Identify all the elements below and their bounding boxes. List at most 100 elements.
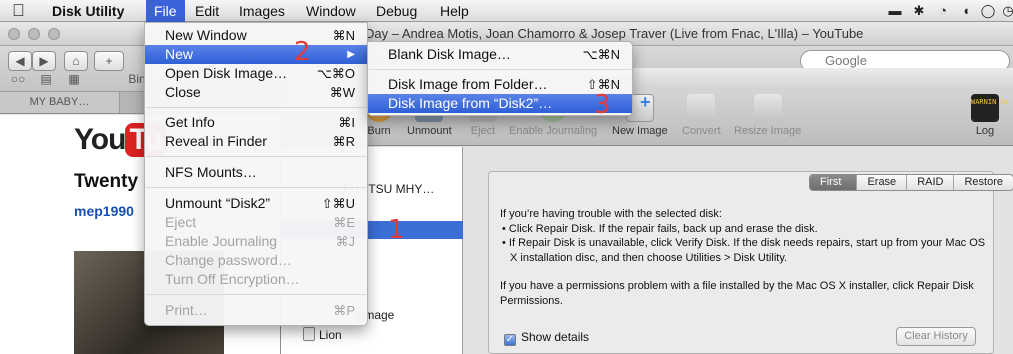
burn-label: Burn	[367, 125, 391, 137]
menu-item-label: New	[165, 46, 194, 62]
menu-item-label: Turn Off Encryption…	[165, 271, 300, 287]
menu-debug[interactable]: Debug	[368, 0, 425, 22]
wifi-status-icon[interactable]: ◔	[935, 3, 951, 19]
uploader-link[interactable]: mep1990	[74, 203, 134, 219]
first-aid-help-text: If you’re having trouble with the select…	[500, 207, 990, 308]
disk-icon	[303, 327, 315, 341]
annotation-step-3: 3	[594, 90, 611, 120]
menu-item-label: Get Info	[165, 114, 215, 130]
convert-button[interactable]: Convert	[682, 94, 721, 137]
tab-first-aid[interactable]: First Aid	[810, 175, 858, 190]
reading-list-icon[interactable]: ○○	[8, 72, 28, 88]
menu-images[interactable]: Images	[231, 0, 293, 22]
gear-status-icon[interactable]: ✱	[911, 3, 927, 19]
menu-item-turn-off-encryption[interactable]: Turn Off Encryption…	[145, 270, 367, 289]
menu-item-shortcut: ⌘J	[335, 234, 356, 249]
close-window-icon[interactable]	[8, 28, 20, 40]
submenu-item-image-from-disk2[interactable]: Disk Image from “Disk2”…	[368, 94, 632, 113]
safari-window-title: Day – Andrea Motis, Joan Chamorro & Jose…	[365, 26, 864, 41]
top-sites-icon[interactable]: ▦	[64, 72, 84, 88]
unmount-label: Unmount	[407, 125, 452, 137]
menu-help[interactable]: Help	[432, 0, 477, 22]
help-bullet-repair: • Click Repair Disk. If the repair fails…	[502, 222, 818, 235]
home-icon[interactable]: ⌂	[64, 51, 88, 71]
menu-item-label: Blank Disk Image…	[388, 46, 511, 62]
menu-item-shortcut: ⌘W	[329, 85, 355, 100]
submenu-item-blank-disk-image[interactable]: Blank Disk Image… ⌥⌘N	[368, 45, 632, 64]
menu-item-new-window[interactable]: New Window ⌘N	[145, 26, 367, 45]
chat-status-icon[interactable]: ◯	[980, 3, 996, 19]
menu-item-new[interactable]: New ▶	[145, 45, 367, 64]
resize-image-label: Resize Image	[734, 125, 802, 137]
menu-bar:  Disk Utility File Edit Images Window D…	[0, 0, 1013, 22]
disk-status-icon[interactable]: ▬	[887, 3, 903, 19]
new-image-label: New Image	[612, 125, 668, 137]
disk-utility-tabs: First Aid Erase RAID Restore	[809, 174, 1013, 191]
menu-item-unmount[interactable]: Unmount “Disk2” ⇧⌘U	[145, 194, 367, 213]
menu-separator	[146, 294, 366, 295]
menu-separator	[146, 107, 366, 108]
menu-item-eject[interactable]: Eject ⌘E	[145, 213, 367, 232]
menu-item-shortcut: ⌘R	[332, 134, 355, 149]
menu-item-shortcut: ⌘I	[338, 115, 355, 130]
menu-item-label: Change password…	[165, 252, 292, 268]
log-icon: WARNIN AY 7:61	[971, 94, 1013, 122]
menu-item-label: New Window	[165, 27, 247, 43]
back-button[interactable]: ◀	[8, 51, 32, 71]
menu-item-label: Print…	[165, 302, 208, 318]
menu-item-label: Eject	[165, 214, 197, 230]
app-menu[interactable]: Disk Utility	[44, 0, 132, 22]
tab-raid[interactable]: RAID	[907, 175, 955, 190]
menu-item-label: Reveal in Finder	[165, 133, 267, 149]
menu-item-label: Unmount “Disk2”	[165, 195, 271, 211]
show-details-checkbox[interactable]: ✓ Show details	[504, 330, 589, 346]
menu-item-label: NFS Mounts…	[165, 164, 257, 180]
time-machine-icon[interactable]: ◷	[1000, 3, 1013, 19]
convert-icon	[687, 94, 716, 122]
annotation-step-1: 1	[388, 215, 405, 245]
menu-item-change-password[interactable]: Change password…	[145, 251, 367, 270]
zoom-window-icon[interactable]	[48, 28, 60, 40]
menu-file[interactable]: File	[146, 0, 185, 22]
resize-image-button[interactable]: Resize Image	[734, 94, 801, 137]
menu-item-shortcut: ⌥⌘O	[316, 66, 355, 81]
menu-edit[interactable]: Edit	[187, 0, 227, 22]
plus-icon: +	[640, 92, 651, 112]
apple-menu-icon[interactable]: 	[12, 0, 25, 22]
show-details-label: Show details	[521, 330, 590, 344]
tab-restore[interactable]: Restore	[954, 175, 1013, 190]
tab-erase[interactable]: Erase	[857, 175, 908, 190]
menu-item-reveal-in-finder[interactable]: Reveal in Finder ⌘R	[145, 132, 367, 151]
menu-item-print[interactable]: Print… ⌘P	[145, 301, 367, 320]
log-button[interactable]: WARNIN AY 7:61 Log	[971, 94, 1013, 137]
menu-item-nfs-mounts[interactable]: NFS Mounts…	[145, 163, 367, 182]
clear-history-button[interactable]: Clear History	[896, 327, 976, 346]
log-label: Log	[975, 125, 995, 137]
disk-row-lion-label: Lion	[319, 328, 342, 342]
disk-row-lion[interactable]: Lion	[281, 325, 463, 345]
menu-item-label: Open Disk Image…	[165, 65, 288, 81]
help-intro: If you’re having trouble with the select…	[500, 208, 722, 220]
menu-item-open-disk-image[interactable]: Open Disk Image… ⌥⌘O	[145, 64, 367, 83]
menu-window[interactable]: Window	[298, 0, 364, 22]
forward-button[interactable]: ▶	[32, 51, 56, 71]
menu-item-shortcut: ⌥⌘N	[582, 47, 620, 62]
file-menu: New Window ⌘N New ▶ Open Disk Image… ⌥⌘O Cl…	[144, 22, 368, 326]
help-permissions: If you have a permissions problem with a…	[500, 280, 974, 307]
menu-item-close[interactable]: Close ⌘W	[145, 83, 367, 102]
submenu-item-image-from-folder[interactable]: Disk Image from Folder… ⇧⌘N	[368, 75, 632, 94]
menu-item-shortcut: ⌘P	[333, 303, 355, 318]
video-title: Twenty	[74, 171, 139, 192]
eject-label: Eject	[470, 125, 496, 137]
safari-tab[interactable]: MY BABY…	[0, 92, 120, 113]
bookmarks-icon[interactable]: ▤	[36, 72, 56, 88]
add-bookmark-icon[interactable]: +	[94, 51, 124, 71]
minimize-window-icon[interactable]	[28, 28, 40, 40]
menu-item-label: Disk Image from “Disk2”…	[388, 95, 553, 111]
resize-image-icon	[753, 94, 782, 122]
menu-item-label: Enable Journaling	[165, 233, 278, 249]
menu-item-shortcut: ⇧⌘U	[321, 196, 355, 211]
menu-item-get-info[interactable]: Get Info ⌘I	[145, 113, 367, 132]
volume-status-icon[interactable]: ◖	[958, 3, 974, 19]
menu-item-enable-journaling[interactable]: Enable Journaling ⌘J	[145, 232, 367, 251]
